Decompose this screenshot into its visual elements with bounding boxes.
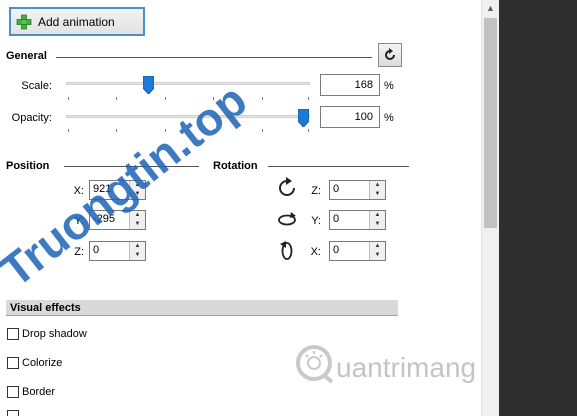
position-x-label: X: (73, 185, 84, 197)
rotation-y-value: 0 (333, 213, 340, 225)
position-x-value: 921 (93, 183, 112, 195)
position-y-value: -295 (93, 213, 116, 225)
scroll-up-arrow[interactable]: ▲ (482, 0, 499, 17)
rotation-z-value: 0 (333, 183, 340, 195)
partial-checkbox[interactable] (7, 410, 19, 416)
position-divider (64, 166, 199, 167)
rotate-x-icon (280, 241, 293, 260)
opacity-label: Opacity: (11, 112, 52, 124)
opacity-input[interactable]: 100 (320, 106, 380, 128)
rotation-divider (268, 166, 409, 167)
drop-shadow-label: Drop shadow (22, 328, 87, 340)
rotation-x-spinner[interactable]: 0 ▲ ▼ (329, 241, 386, 261)
scale-slider-track[interactable] (66, 82, 310, 85)
general-divider (56, 57, 372, 58)
position-title: Position (6, 160, 50, 172)
rotate-z-icon (279, 177, 295, 196)
position-x-spinner[interactable]: 921 ▲ ▼ (89, 180, 146, 200)
position-z-value: 0 (93, 244, 100, 256)
rotation-title: Rotation (213, 160, 258, 172)
opacity-slider-thumb[interactable] (298, 109, 309, 127)
scale-unit: % (384, 80, 394, 92)
drop-shadow-checkbox[interactable] (7, 328, 19, 340)
border-option[interactable]: Border (7, 386, 55, 398)
border-label: Border (22, 386, 56, 398)
plus-icon (16, 14, 32, 29)
position-z-down[interactable]: ▼ (130, 251, 145, 260)
rotation-z-down[interactable]: ▼ (370, 190, 385, 199)
rotation-y-down[interactable]: ▼ (370, 220, 385, 229)
rotation-x-label: X: (310, 246, 321, 258)
opacity-slider-track[interactable] (66, 115, 310, 118)
properties-panel: Add animation General Scale: 168 % Opaci… (0, 0, 481, 416)
partial-option[interactable] (7, 410, 22, 416)
colorize-option[interactable]: Colorize (7, 357, 62, 369)
reset-icon (385, 48, 395, 60)
scale-label: Scale: (21, 80, 52, 92)
visual-effects-header[interactable]: Visual effects (6, 300, 398, 316)
colorize-label: Colorize (22, 357, 63, 369)
add-animation-button[interactable]: Add animation (9, 7, 145, 36)
canvas-background (499, 0, 577, 416)
rotation-y-spinner[interactable]: 0 ▲ ▼ (329, 210, 386, 230)
rotation-z-label: Z: (311, 185, 321, 197)
colorize-checkbox[interactable] (7, 357, 19, 369)
position-z-label: Z: (74, 246, 84, 258)
reset-button[interactable] (378, 43, 402, 67)
scale-slider-thumb[interactable] (143, 76, 154, 94)
watermark-logo-icon (296, 345, 334, 384)
position-y-label: Y: (74, 215, 84, 227)
position-z-spinner[interactable]: 0 ▲ ▼ (89, 241, 146, 261)
border-checkbox[interactable] (7, 386, 19, 398)
position-y-down[interactable]: ▼ (130, 220, 145, 229)
opacity-unit: % (384, 112, 394, 124)
scale-input[interactable]: 168 (320, 74, 380, 96)
rotation-x-down[interactable]: ▼ (370, 251, 385, 260)
position-y-spinner[interactable]: -295 ▲ ▼ (89, 210, 146, 230)
position-x-down[interactable]: ▼ (130, 190, 145, 199)
rotation-z-spinner[interactable]: 0 ▲ ▼ (329, 180, 386, 200)
scroll-thumb[interactable] (484, 18, 497, 228)
watermark-right (293, 342, 335, 384)
general-title: General (6, 50, 47, 62)
drop-shadow-option[interactable]: Drop shadow (7, 328, 87, 340)
rotate-y-icon (278, 212, 296, 226)
add-animation-label: Add animation (38, 14, 115, 29)
vertical-scrollbar[interactable]: ▲ (481, 0, 499, 416)
rotation-y-label: Y: (311, 215, 321, 227)
rotation-x-value: 0 (333, 244, 340, 256)
